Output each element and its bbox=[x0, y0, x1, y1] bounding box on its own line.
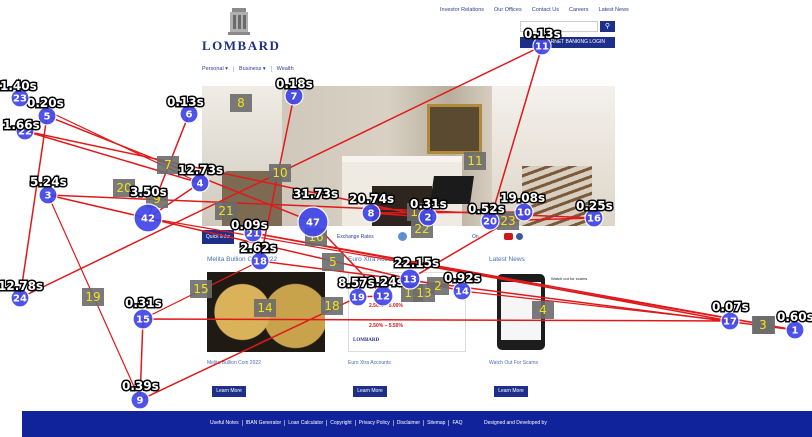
fixation-number: 17 bbox=[723, 317, 737, 328]
fixation-duration: 0.31s bbox=[125, 296, 162, 310]
fixation-duration: 2.62s bbox=[240, 241, 277, 255]
sequence-label: 21 bbox=[218, 204, 233, 218]
sequence-label: 8 bbox=[237, 96, 245, 110]
fixation-duration: 19.08s bbox=[500, 191, 545, 205]
sequence-label: 14 bbox=[257, 301, 272, 315]
fixation-duration: 12.78s bbox=[0, 279, 43, 293]
fixation-duration: 0.18s bbox=[276, 77, 313, 91]
sequence-label: 2 bbox=[434, 279, 442, 293]
fixation-number: 4 bbox=[197, 179, 204, 190]
fixation-number: 1 bbox=[792, 326, 799, 337]
fixation-number: 7 bbox=[291, 92, 298, 103]
fixation-number: 2 bbox=[425, 213, 432, 224]
fixation-number: 6 bbox=[186, 110, 193, 121]
fixation-duration: 3.50s bbox=[130, 185, 167, 199]
fixation-duration: 1.40s bbox=[0, 79, 37, 93]
fixation-number: 5 bbox=[44, 112, 51, 123]
fixation-duration: 0.60s bbox=[777, 310, 812, 324]
fixation-number: 47 bbox=[306, 218, 320, 229]
sequence-label: 3 bbox=[759, 318, 767, 332]
fixation-number: 3 bbox=[45, 191, 52, 202]
fixation-number: 12 bbox=[376, 292, 390, 303]
sequence-label: 19 bbox=[85, 290, 100, 304]
fixation-duration: 5.24s bbox=[30, 175, 67, 189]
fixation-number: 9 bbox=[137, 396, 144, 407]
fixation-number: 23 bbox=[13, 94, 27, 105]
fixation-duration: 31.73s bbox=[293, 187, 338, 201]
sequence-label: 5 bbox=[329, 255, 337, 269]
fixation-duration: 12.73s bbox=[178, 163, 223, 177]
fixation-duration: 0.52s bbox=[468, 202, 505, 216]
fixation-duration: 1.66s bbox=[3, 118, 40, 132]
fixation-number: 19 bbox=[351, 293, 365, 304]
fixation-number: 15 bbox=[136, 315, 150, 326]
sequence-label: 23 bbox=[500, 214, 515, 228]
fixation-number: 11 bbox=[535, 42, 549, 53]
fixation-duration: 0.13s bbox=[167, 95, 204, 109]
sequence-label: 7 bbox=[164, 158, 172, 172]
fixation-duration: 0.09s bbox=[231, 218, 268, 232]
fixation-number: 16 bbox=[587, 214, 601, 225]
fixation-duration: 0.20s bbox=[27, 96, 64, 110]
sequence-label: 18 bbox=[324, 299, 339, 313]
fixation-duration: 0.39s bbox=[122, 379, 159, 393]
sequence-label: 11 bbox=[467, 154, 482, 168]
fixation-duration: 0.07s bbox=[712, 300, 749, 314]
fixation-duration: 20.74s bbox=[349, 192, 394, 206]
fixation-number: 14 bbox=[455, 287, 469, 298]
fixation-number: 20 bbox=[483, 217, 497, 228]
fixation-number: 13 bbox=[403, 275, 417, 286]
sequence-label: 4 bbox=[539, 303, 547, 317]
fixation-duration: 22.15s bbox=[394, 256, 439, 270]
fixation-duration: 0.25s bbox=[576, 199, 613, 213]
fixation-number: 18 bbox=[253, 257, 267, 268]
fixation-number: 42 bbox=[141, 214, 155, 225]
sequence-label: 10 bbox=[272, 166, 287, 180]
sequence-label: 15 bbox=[193, 282, 208, 296]
sequence-label: 13 bbox=[416, 286, 431, 300]
fixation-number: 8 bbox=[368, 209, 375, 220]
fixation-duration: 0.13s bbox=[524, 27, 561, 41]
fixation-duration: 8.57s bbox=[338, 276, 375, 290]
gaze-path-overlay: 12345789101112131415161718192021222310.6… bbox=[0, 26, 812, 410]
fixation-number: 24 bbox=[13, 294, 27, 305]
fixation-duration: 0.31s bbox=[410, 197, 447, 211]
fixation-number: 10 bbox=[517, 208, 531, 219]
fixation-duration: 0.92s bbox=[444, 271, 481, 285]
